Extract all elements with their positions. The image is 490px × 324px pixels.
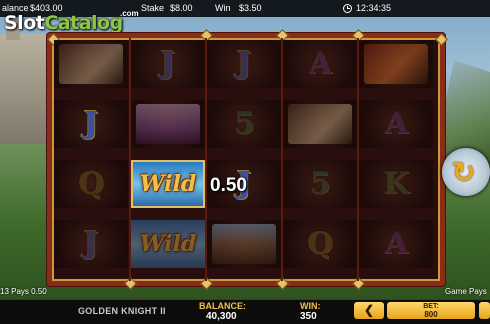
stake-value: $8.00 [170, 3, 193, 13]
game-pays-info: Game Pays [445, 287, 487, 296]
reel4-row4: Q [283, 220, 357, 268]
dragon-symbol-icon [364, 44, 428, 84]
horse-symbol-icon [59, 44, 123, 84]
symbol-5: 5 [309, 166, 331, 201]
win-value: 350 [300, 311, 317, 322]
symbol-j: J [160, 46, 176, 81]
watermark-suffix: .com [120, 9, 139, 18]
line-win-amount: 0.50 [210, 175, 247, 196]
bet-value: 800 [424, 310, 438, 319]
wild-symbol: Wild [139, 231, 197, 257]
reel2-row4: Wild [131, 220, 205, 268]
princess-symbol-icon [136, 104, 200, 144]
watermark-logo: SlotCatalog [4, 12, 123, 34]
symbol-k: K [382, 166, 410, 201]
bet-increase-button[interactable] [479, 302, 490, 319]
game-title: GOLDEN KNIGHT II [78, 306, 166, 316]
clock-icon [343, 4, 352, 13]
reel1-row3: Q [54, 160, 128, 208]
symbol-a: A [384, 106, 408, 141]
symbol-q: Q [77, 166, 105, 201]
win-line-info: 13 Pays 0.50 [0, 287, 47, 296]
reel5-row4: A [359, 220, 433, 268]
reel5-row1 [359, 40, 433, 88]
reel3-row2: 5 [207, 100, 281, 148]
reel5-row3: K [359, 160, 433, 208]
stake-label: Stake [141, 3, 165, 13]
reel1-row2: J [54, 100, 128, 148]
reel2-row2 [131, 100, 205, 148]
win-label: WIN: [300, 301, 321, 311]
horse-symbol-icon [288, 104, 352, 144]
reel4-row1: A [283, 40, 357, 88]
symbol-j: J [83, 226, 99, 261]
win-label: Win [215, 3, 231, 13]
bet-label: BET: [423, 303, 439, 310]
reel1-row1 [54, 40, 128, 88]
reel1-row4: J [54, 220, 128, 268]
win-value: $3.50 [239, 3, 262, 13]
symbol-j: J [236, 46, 252, 81]
symbol-q: Q [306, 226, 334, 261]
reel3-row4 [207, 220, 281, 268]
knight-symbol-icon [212, 224, 276, 264]
reel4-row3: 5 [283, 160, 357, 208]
reel5-row2: A [359, 100, 433, 148]
reel3-row1: J [207, 40, 281, 88]
bet-button[interactable]: BET: 800 [387, 302, 475, 319]
symbol-5: 5 [233, 106, 255, 141]
bet-decrease-button[interactable]: ❮ [354, 302, 384, 319]
symbol-a: A [308, 46, 332, 81]
symbol-a: A [384, 226, 408, 261]
watermark-part1: Slot [4, 12, 45, 34]
spin-arrow-icon: ↻ [452, 157, 476, 188]
clock-time: 12:34:35 [356, 3, 392, 13]
symbol-j: J [83, 106, 99, 141]
balance-value: 40,300 [206, 311, 237, 322]
reel4-row2 [283, 100, 357, 148]
wild-symbol: Wild [139, 171, 197, 197]
castle-illustration [0, 20, 48, 144]
watermark-part2: Catalog [44, 12, 123, 34]
reel2-row3: Wild [131, 160, 205, 208]
balance-label: BALANCE: [199, 301, 246, 311]
reel2-row1: J [131, 40, 205, 88]
